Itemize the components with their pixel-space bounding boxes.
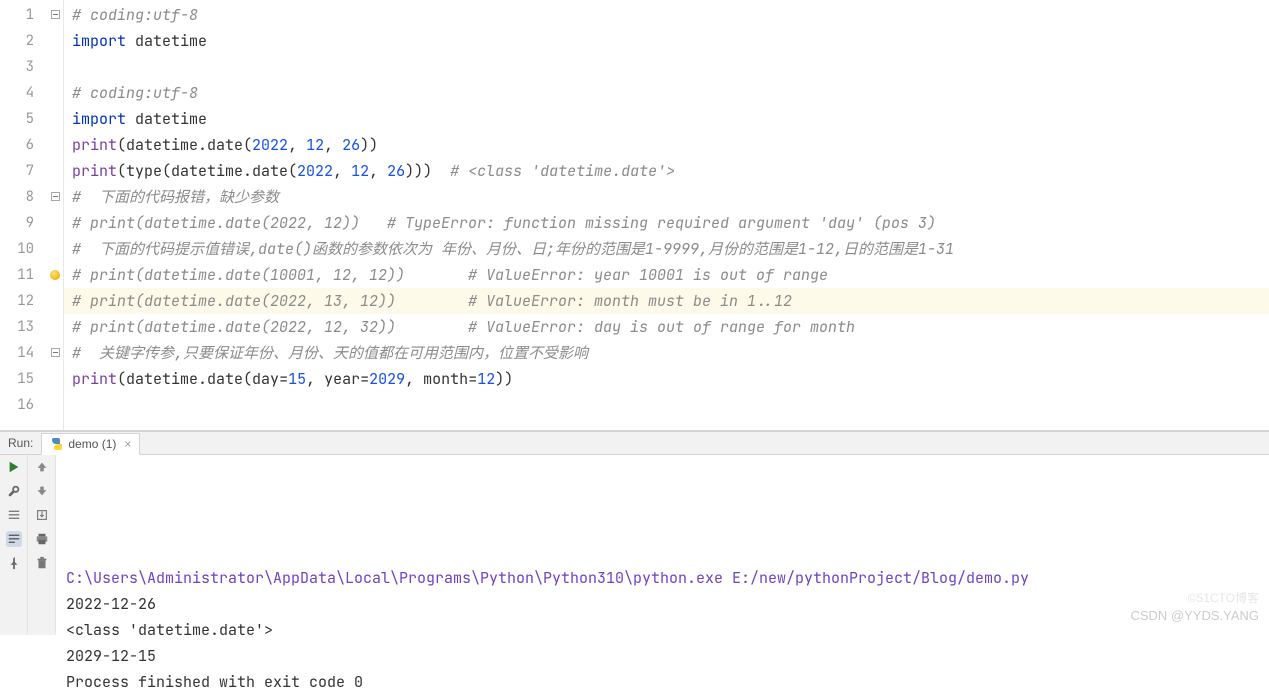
line-number: 7	[0, 158, 48, 184]
run-label: Run:	[0, 436, 41, 450]
code-editor[interactable]: 12345678910111213141516 # coding:utf-8im…	[0, 0, 1269, 431]
code-line[interactable]: print(datetime.date(2022, 12, 26))	[72, 132, 1269, 158]
console-output[interactable]: ©51CTO博客 CSDN @YYDS.YANG C:\Users\Admini…	[56, 455, 1269, 635]
run-tool-window: ©51CTO博客 CSDN @YYDS.YANG C:\Users\Admini…	[0, 455, 1269, 635]
line-number: 3	[0, 54, 48, 80]
line-number: 13	[0, 314, 48, 340]
down-arrow-icon[interactable]	[34, 483, 50, 499]
line-number: 16	[0, 392, 48, 418]
line-number: 6	[0, 132, 48, 158]
line-number: 8	[0, 184, 48, 210]
console-output-line: 2022-12-26	[66, 591, 1259, 617]
trash-icon[interactable]	[34, 555, 50, 571]
close-tab-icon[interactable]: ×	[124, 437, 131, 451]
run-tool-window-header: Run: demo (1) ×	[0, 431, 1269, 455]
run-actions-col-1	[0, 455, 28, 635]
pin-icon[interactable]	[6, 555, 22, 571]
toggle-soft-wrap-icon[interactable]	[6, 531, 22, 547]
line-number: 14	[0, 340, 48, 366]
python-icon	[50, 437, 64, 451]
line-number: 12	[0, 288, 48, 314]
code-line[interactable]: # coding:utf-8	[72, 80, 1269, 106]
run-actions-col-2	[28, 455, 56, 635]
code-line[interactable]	[72, 392, 1269, 418]
code-line[interactable]: # print(datetime.date(2022, 12, 32)) # V…	[72, 314, 1269, 340]
fold-toggle-icon[interactable]	[51, 10, 60, 19]
line-number: 11	[0, 262, 48, 288]
code-line[interactable]: # 下面的代码提示值错误,date()函数的参数依次为 年份、月份、日;年份的范…	[72, 236, 1269, 262]
console-command-line: C:\Users\Administrator\AppData\Local\Pro…	[66, 565, 1259, 591]
fold-toggle-icon[interactable]	[51, 192, 60, 201]
wrench-icon[interactable]	[6, 483, 22, 499]
code-line[interactable]: # 关键字传参,只要保证年份、月份、天的值都在可用范围内，位置不受影响	[72, 340, 1269, 366]
code-line[interactable]: # print(datetime.date(10001, 12, 12)) # …	[72, 262, 1269, 288]
line-number: 4	[0, 80, 48, 106]
fold-strip[interactable]	[48, 0, 64, 430]
code-line[interactable]	[72, 54, 1269, 80]
line-number: 1	[0, 2, 48, 28]
code-line[interactable]: import datetime	[72, 28, 1269, 54]
export-icon[interactable]	[34, 507, 50, 523]
code-line[interactable]: # coding:utf-8	[72, 2, 1269, 28]
code-line[interactable]: print(type(datetime.date(2022, 12, 26)))…	[72, 158, 1269, 184]
line-number-gutter: 12345678910111213141516	[0, 0, 48, 430]
line-number: 10	[0, 236, 48, 262]
fold-toggle-icon[interactable]	[51, 348, 60, 357]
print-icon[interactable]	[34, 531, 50, 547]
code-line[interactable]: # 下面的代码报错，缺少参数	[72, 184, 1269, 210]
filter-icon[interactable]	[6, 507, 22, 523]
run-config-tab[interactable]: demo (1) ×	[41, 433, 140, 455]
code-line[interactable]: # print(datetime.date(2022, 13, 12)) # V…	[64, 288, 1269, 314]
console-output-line: Process finished with exit code 0	[66, 669, 1259, 695]
line-number: 5	[0, 106, 48, 132]
run-icon[interactable]	[6, 459, 22, 475]
code-area[interactable]: # coding:utf-8import datetime# coding:ut…	[64, 0, 1269, 430]
code-line[interactable]: import datetime	[72, 106, 1269, 132]
console-output-line: <class 'datetime.date'>	[66, 617, 1259, 643]
line-number: 9	[0, 210, 48, 236]
line-number: 2	[0, 28, 48, 54]
line-number: 15	[0, 366, 48, 392]
code-line[interactable]: print(datetime.date(day=15, year=2029, m…	[72, 366, 1269, 392]
run-config-name: demo (1)	[68, 437, 116, 451]
code-line[interactable]: # print(datetime.date(2022, 12)) # TypeE…	[72, 210, 1269, 236]
up-arrow-icon[interactable]	[34, 459, 50, 475]
intention-bulb-icon[interactable]	[50, 270, 60, 280]
console-output-line: 2029-12-15	[66, 643, 1259, 669]
